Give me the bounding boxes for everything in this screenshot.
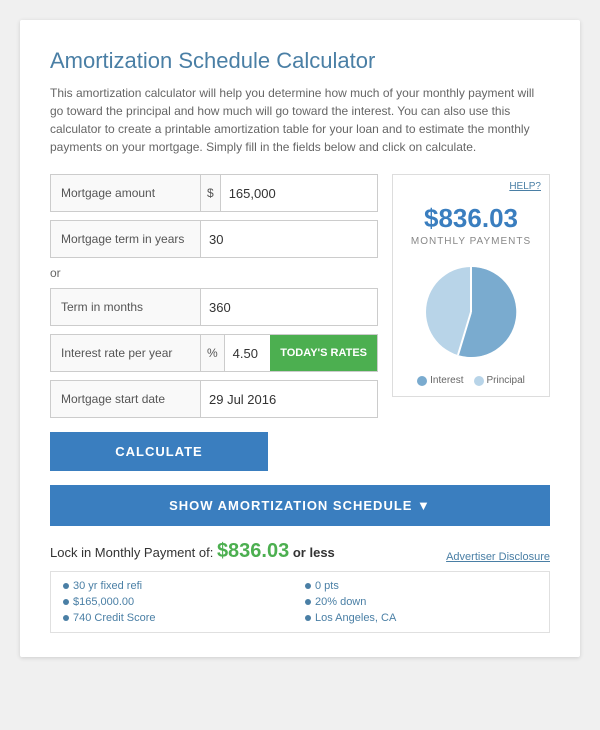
- calculator-card: Amortization Schedule Calculator This am…: [20, 20, 580, 657]
- tag-item: Los Angeles, CA: [305, 612, 537, 624]
- term-months-input[interactable]: 360: [201, 289, 377, 325]
- page-title: Amortization Schedule Calculator: [50, 48, 550, 74]
- mortgage-term-years-label: Mortgage term in years: [51, 221, 201, 257]
- tag-item: 20% down: [305, 596, 537, 608]
- mortgage-amount-label: Mortgage amount: [51, 175, 201, 211]
- tags-grid: 30 yr fixed refi 0 pts $165,000.00 20% down…: [50, 571, 550, 633]
- calculate-button[interactable]: CALCULATE: [50, 432, 268, 471]
- tag-item: 0 pts: [305, 580, 537, 592]
- tag-label: Los Angeles, CA: [315, 612, 396, 624]
- mortgage-start-date-input[interactable]: 29 Jul 2016: [201, 381, 377, 417]
- interest-legend-item: Interest: [417, 375, 463, 386]
- tag-label: 20% down: [315, 596, 366, 608]
- lock-text: Lock in Monthly Payment of: $836.03 or l…: [50, 540, 335, 563]
- lock-prefix: Lock in Monthly Payment of:: [50, 545, 213, 560]
- lock-section: Lock in Monthly Payment of: $836.03 or l…: [50, 540, 550, 633]
- result-panel: HELP? $836.03 MONTHLY PAYMENTS Interest: [392, 174, 550, 397]
- principal-legend-label: Principal: [487, 375, 525, 386]
- or-text: or: [50, 266, 378, 280]
- monthly-label: MONTHLY PAYMENTS: [403, 236, 539, 247]
- term-months-row: Term in months 360: [50, 288, 378, 326]
- tag-bullet: [305, 615, 311, 621]
- tag-label: $165,000.00: [73, 596, 134, 608]
- help-link[interactable]: HELP?: [509, 181, 541, 192]
- interest-rate-label: Interest rate per year: [51, 335, 201, 371]
- tag-label: 0 pts: [315, 580, 339, 592]
- page-description: This amortization calculator will help y…: [50, 84, 550, 156]
- mortgage-amount-input[interactable]: 165,000: [221, 175, 377, 211]
- principal-legend-item: Principal: [474, 375, 525, 386]
- mortgage-amount-row: Mortgage amount $ 165,000: [50, 174, 378, 212]
- interest-rate-input[interactable]: 4.50: [225, 335, 271, 371]
- mortgage-start-date-label: Mortgage start date: [51, 381, 201, 417]
- lock-amount: $836.03: [217, 540, 289, 562]
- tag-bullet: [63, 615, 69, 621]
- main-layout: Mortgage amount $ 165,000 Mortgage term …: [50, 174, 550, 471]
- interest-rate-row: Interest rate per year % 4.50 TODAY'S RA…: [50, 334, 378, 372]
- interest-legend-label: Interest: [430, 375, 463, 386]
- tag-bullet: [63, 599, 69, 605]
- lock-suffix: or less: [293, 545, 335, 560]
- advertiser-link[interactable]: Advertiser Disclosure: [446, 551, 550, 563]
- pie-chart: [403, 257, 539, 367]
- chart-legend: Interest Principal: [403, 375, 539, 386]
- form-section: Mortgage amount $ 165,000 Mortgage term …: [50, 174, 378, 471]
- tag-bullet: [63, 583, 69, 589]
- term-months-label: Term in months: [51, 289, 201, 325]
- mortgage-term-years-row: Mortgage term in years 30: [50, 220, 378, 258]
- mortgage-term-years-input[interactable]: 30: [201, 221, 377, 257]
- interest-legend-dot: [417, 376, 427, 386]
- tag-item: 740 Credit Score: [63, 612, 295, 624]
- lock-line: Lock in Monthly Payment of: $836.03 or l…: [50, 540, 550, 563]
- tag-bullet: [305, 599, 311, 605]
- amortization-schedule-button[interactable]: SHOW AMORTIZATION SCHEDULE ▼: [50, 485, 550, 526]
- monthly-amount: $836.03: [403, 203, 539, 234]
- tag-label: 30 yr fixed refi: [73, 580, 142, 592]
- mortgage-start-date-row: Mortgage start date 29 Jul 2016: [50, 380, 378, 418]
- tag-item: $165,000.00: [63, 596, 295, 608]
- principal-legend-dot: [474, 376, 484, 386]
- mortgage-amount-symbol: $: [201, 175, 221, 211]
- todays-rates-button[interactable]: TODAY'S RATES: [270, 335, 377, 371]
- tag-label: 740 Credit Score: [73, 612, 156, 624]
- tag-bullet: [305, 583, 311, 589]
- tag-item: 30 yr fixed refi: [63, 580, 295, 592]
- interest-rate-symbol: %: [201, 335, 225, 371]
